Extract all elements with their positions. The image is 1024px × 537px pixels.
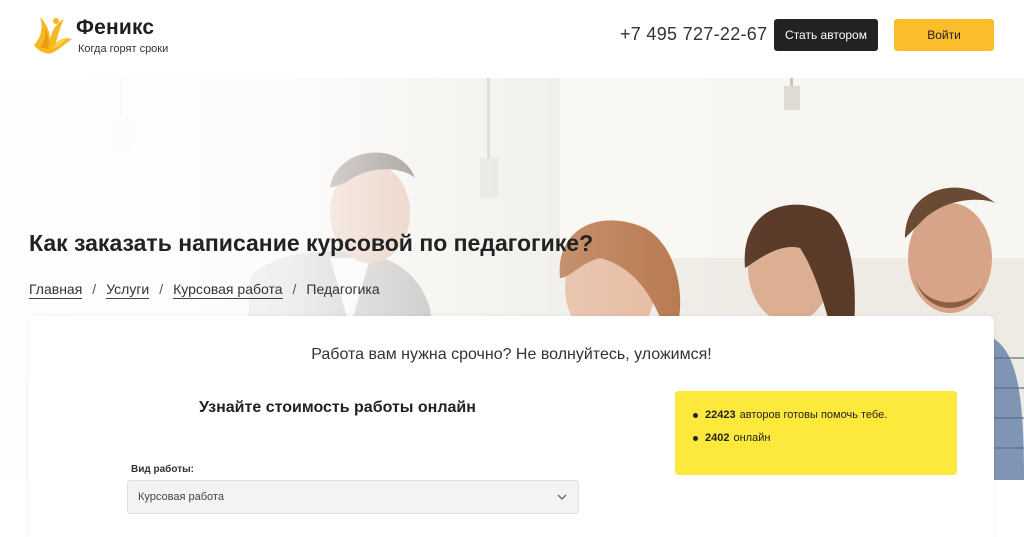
brand-tagline: Когда горят сроки <box>78 43 169 55</box>
bullet-icon <box>693 412 698 418</box>
online-text: онлайн <box>733 432 771 444</box>
breadcrumb-separator: / <box>159 281 164 297</box>
login-button[interactable]: Войти <box>894 19 994 51</box>
breadcrumb-home[interactable]: Главная <box>29 281 83 299</box>
breadcrumb-separator: / <box>292 281 297 297</box>
online-count: 2402 <box>705 432 730 444</box>
breadcrumb-coursework[interactable]: Курсовая работа <box>173 281 283 299</box>
work-type-label: Вид работы: <box>131 464 194 475</box>
authors-text: авторов готовы помочь тебе. <box>739 409 888 421</box>
page-title: Как заказать написание курсовой по педаг… <box>29 230 594 256</box>
bullet-icon <box>693 435 698 441</box>
work-type-select[interactable]: Курсовая работа <box>127 480 579 514</box>
site-header: Феникс Когда горят сроки +7 495 727-22-6… <box>0 0 1024 78</box>
authors-count: 22423 <box>705 409 736 421</box>
work-type-value: Курсовая работа <box>138 491 224 503</box>
breadcrumb-current: Педагогика <box>306 281 380 297</box>
brand-name: Феникс <box>76 16 155 39</box>
breadcrumb-services[interactable]: Услуги <box>106 281 150 299</box>
phoenix-icon <box>34 17 72 54</box>
breadcrumb: Главная / Услуги / Курсовая работа / Пед… <box>29 281 380 299</box>
card-subtitle: Работа вам нужна срочно? Не волнуйтесь, … <box>311 346 712 363</box>
info-authors-row: 22423 авторов готовы помочь тебе. <box>693 409 957 421</box>
order-card: Работа вам нужна срочно? Не волнуйтесь, … <box>29 316 994 537</box>
phone-number[interactable]: +7 495 727-22-67 <box>620 24 767 45</box>
form-title: Узнайте стоимость работы онлайн <box>199 399 476 416</box>
info-online-row: 2402 онлайн <box>693 432 957 444</box>
authors-info-box: 22423 авторов готовы помочь тебе. 2402 о… <box>675 391 957 475</box>
logo[interactable]: Феникс Когда горят сроки <box>26 9 186 61</box>
become-author-button[interactable]: Стать автором <box>774 19 878 51</box>
breadcrumb-separator: / <box>92 281 97 297</box>
chevron-down-icon <box>557 494 567 500</box>
